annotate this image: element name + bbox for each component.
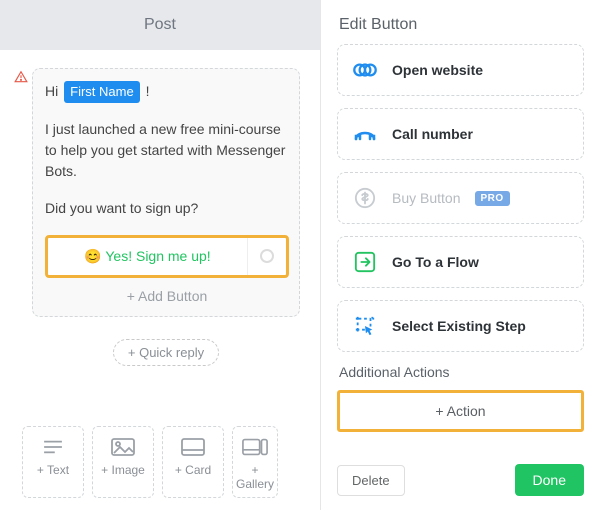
message-prompt: Did you want to sign up? [45,198,289,219]
option-label: Go To a Flow [392,254,479,270]
button-selector[interactable] [248,249,286,263]
option-label: Open website [392,62,483,78]
post-title: Post [144,16,176,34]
additional-actions-label: Additional Actions [339,364,584,380]
tool-label: + Image [101,463,145,477]
greeting-pre: Hi [45,83,62,99]
quick-reply-button[interactable]: + Quick reply [113,339,219,366]
edit-button-panel: Edit Button Open website Call number Buy… [320,0,600,510]
add-button[interactable]: + Add Button [45,278,289,310]
text-icon [23,435,83,459]
first-name-token[interactable]: First Name [64,81,140,103]
tool-gallery[interactable]: + Gallery [232,426,278,498]
tool-image[interactable]: + Image [92,426,154,498]
option-buy-button: Buy Button PRO [337,172,584,224]
option-label: Buy Button [392,190,461,206]
option-call-number[interactable]: Call number [337,108,584,160]
greeting-post: ! [142,83,150,99]
add-action-button[interactable]: + Action [337,390,584,432]
post-header: Post [0,0,320,50]
link-icon [352,58,378,82]
option-label: Select Existing Step [392,318,526,334]
tool-label: + Gallery [236,463,274,491]
tool-label: + Text [37,463,69,477]
gallery-icon [233,435,277,459]
message-text[interactable]: Hi First Name ! I just launched a new fr… [45,81,289,219]
option-select-step[interactable]: Select Existing Step [337,300,584,352]
tool-text[interactable]: + Text [22,426,84,498]
post-panel: Post Hi First Name ! I just launched a n… [0,0,320,510]
warning-icon [14,70,28,87]
reply-button-row[interactable]: 😊 Yes! Sign me up! [45,235,289,278]
done-button[interactable]: Done [515,464,584,496]
message-card[interactable]: Hi First Name ! I just launched a new fr… [32,68,300,317]
message-body: I just launched a new free mini-course t… [45,119,289,182]
content-toolbar: + Text + Image + Card + Gallery [22,426,320,498]
dollar-icon [352,186,378,210]
select-step-icon [352,314,378,338]
option-go-to-flow[interactable]: Go To a Flow [337,236,584,288]
tool-card[interactable]: + Card [162,426,224,498]
option-label: Call number [392,126,473,142]
radio-icon [260,249,274,263]
card-icon [163,435,223,459]
delete-button[interactable]: Delete [337,465,405,496]
phone-icon [352,122,378,146]
image-icon [93,435,153,459]
flow-icon [352,250,378,274]
option-open-website[interactable]: Open website [337,44,584,96]
pro-badge: PRO [475,191,510,206]
panel-title: Edit Button [321,0,600,44]
signup-button[interactable]: 😊 Yes! Sign me up! [48,238,248,275]
tool-label: + Card [175,463,211,477]
